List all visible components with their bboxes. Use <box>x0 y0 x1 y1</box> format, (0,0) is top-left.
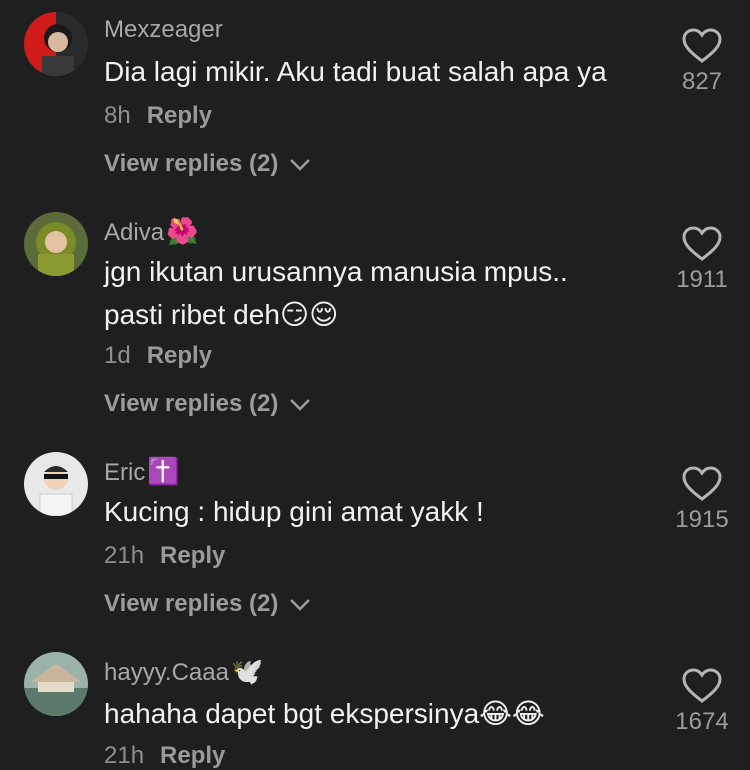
comment-text: hahaha dapet bgt ekspersinya😂😂 <box>104 698 545 729</box>
comment-time: 21h <box>104 742 145 769</box>
comment-item: hayyy.Caaa🕊️ hahaha dapet bgt ekspersiny… <box>0 640 750 769</box>
chevron-down-icon <box>290 598 310 611</box>
avatar[interactable] <box>24 652 88 716</box>
comment-text: Kucing : hidup gini amat yakk ! <box>104 496 484 527</box>
reply-button[interactable]: Reply <box>160 742 225 769</box>
like-count: 827 <box>681 68 723 95</box>
like-count: 1915 <box>675 506 729 533</box>
like-count: 1674 <box>675 708 729 735</box>
hibiscus-badge: 🌺 <box>166 216 199 246</box>
comment-username[interactable]: hayyy.Caaa🕊️ <box>104 656 263 687</box>
comment-time: 8h <box>104 102 131 129</box>
view-replies-button[interactable]: View replies (2) <box>104 390 311 418</box>
comment-item: Mexzeager Dia lagi mikir. Aku tadi buat … <box>0 0 750 200</box>
comment-meta: 21h Reply <box>104 742 225 770</box>
avatar[interactable] <box>24 212 88 276</box>
heart-outline-icon[interactable] <box>682 28 722 64</box>
view-replies-button[interactable]: View replies (2) <box>104 150 311 178</box>
cross-badge: ✝️ <box>147 456 180 486</box>
comment-username[interactable]: Eric✝️ <box>104 456 180 487</box>
heart-outline-icon[interactable] <box>682 466 722 502</box>
comment-username[interactable]: Adiva🌺 <box>104 216 198 247</box>
comment-time: 21h <box>104 542 145 569</box>
reply-button[interactable]: Reply <box>160 542 225 569</box>
reply-button[interactable]: Reply <box>147 102 212 129</box>
comment-item: Eric✝️ Kucing : hidup gini amat yakk ! 2… <box>0 440 750 640</box>
comment-meta: 21h Reply <box>104 542 225 570</box>
chevron-down-icon <box>290 398 310 411</box>
comment-time: 1d <box>104 342 131 369</box>
like-control[interactable]: 1911 <box>668 226 736 294</box>
like-control[interactable]: 1915 <box>668 466 736 534</box>
view-replies-button[interactable]: View replies (2) <box>104 590 311 618</box>
comment-username[interactable]: Mexzeager <box>104 16 223 44</box>
like-control[interactable]: 1674 <box>668 668 736 736</box>
heart-outline-icon[interactable] <box>682 226 722 262</box>
comment-meta: 8h Reply <box>104 102 212 130</box>
like-control[interactable]: 827 <box>668 28 736 96</box>
dove-badge: 🕊️ <box>230 656 264 686</box>
comment-text: jgn ikutan urusannya manusia mpus.. past… <box>104 256 568 330</box>
avatar[interactable] <box>24 12 88 76</box>
reply-button[interactable]: Reply <box>147 342 212 369</box>
comment-meta: 1d Reply <box>104 342 212 370</box>
comment-text: Dia lagi mikir. Aku tadi buat salah apa … <box>104 56 607 87</box>
like-count: 1911 <box>676 266 728 293</box>
avatar[interactable] <box>24 452 88 516</box>
chevron-down-icon <box>290 158 310 171</box>
heart-outline-icon[interactable] <box>682 668 722 704</box>
comment-item: Adiva🌺 jgn ikutan urusannya manusia mpus… <box>0 200 750 440</box>
